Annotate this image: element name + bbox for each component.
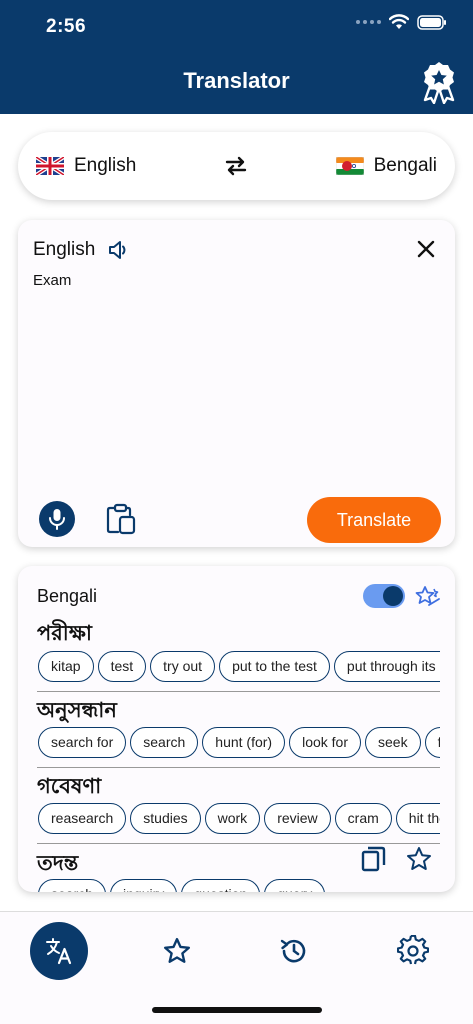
synonym-chip[interactable]: try out bbox=[150, 651, 216, 682]
synonym-chip[interactable]: put to the test bbox=[219, 651, 330, 682]
cellular-signal-icon bbox=[356, 20, 381, 24]
synonym-chip[interactable]: hunt (for) bbox=[202, 727, 286, 758]
history-icon bbox=[280, 939, 306, 963]
synonym-chip[interactable]: search bbox=[130, 727, 199, 758]
language-selector: English Bengali bbox=[18, 132, 455, 200]
copy-icon[interactable] bbox=[360, 846, 386, 872]
battery-icon bbox=[417, 14, 446, 30]
translation-word: তদন্ত bbox=[37, 852, 79, 875]
synonym-chips: search forsearchhunt (for)look forseekfo… bbox=[38, 727, 440, 761]
bottom-tab-bar bbox=[0, 911, 473, 1024]
synonym-chip[interactable]: look for bbox=[289, 727, 362, 758]
swap-languages-icon[interactable] bbox=[224, 154, 248, 178]
input-card: English Exam Translate bbox=[18, 220, 455, 547]
close-icon[interactable] bbox=[415, 238, 437, 260]
paste-clipboard-icon[interactable] bbox=[106, 503, 136, 535]
home-indicator bbox=[152, 1007, 322, 1013]
tab-translate[interactable] bbox=[30, 922, 88, 980]
magic-stars-icon[interactable] bbox=[415, 583, 441, 609]
uk-flag-icon bbox=[36, 157, 64, 175]
app-header: 2:56 Translator bbox=[0, 0, 473, 114]
tab-history[interactable] bbox=[265, 922, 323, 980]
synonym-chip[interactable]: kitap bbox=[38, 651, 94, 682]
synonym-chips: reasearchstudiesworkreviewcramhit the bo… bbox=[38, 803, 440, 837]
star-icon bbox=[163, 937, 191, 963]
synonym-chips: searchinquiryquestionquery bbox=[38, 879, 440, 892]
synonym-chip[interactable]: hit the books bbox=[395, 803, 440, 834]
translate-button[interactable]: Translate bbox=[307, 497, 441, 543]
microphone-button[interactable] bbox=[39, 501, 75, 537]
tab-favorites[interactable] bbox=[148, 922, 206, 980]
source-language-button[interactable]: English bbox=[36, 132, 136, 200]
output-language-label: Bengali bbox=[37, 586, 98, 606]
translation-word: পরীক্ষা bbox=[37, 622, 92, 645]
favorite-star-icon[interactable] bbox=[406, 846, 432, 872]
status-icons bbox=[356, 14, 447, 30]
status-time: 2:56 bbox=[46, 16, 87, 37]
wifi-icon bbox=[389, 14, 409, 29]
synonyms-toggle[interactable] bbox=[363, 584, 405, 608]
gear-icon bbox=[397, 935, 429, 965]
input-text[interactable]: Exam bbox=[33, 272, 71, 289]
translate-icon bbox=[46, 938, 72, 965]
synonym-chip[interactable]: question bbox=[181, 879, 261, 892]
input-language-label: English bbox=[33, 239, 96, 260]
tab-settings[interactable] bbox=[384, 922, 442, 980]
synonym-chip[interactable]: seek bbox=[365, 727, 421, 758]
synonym-chip[interactable]: inquiry bbox=[110, 879, 178, 892]
main-content: English Bengali English Exam Translate B… bbox=[0, 114, 473, 911]
output-card: Bengali পরীক্ষা kitap test try out put to t… bbox=[18, 566, 455, 892]
translation-word: অনুসন্ধান bbox=[37, 699, 117, 722]
synonym-chip[interactable]: review bbox=[264, 803, 331, 834]
bengali-flag-icon bbox=[335, 157, 364, 175]
synonym-chip[interactable]: query bbox=[264, 879, 326, 892]
microphone-icon bbox=[49, 509, 65, 530]
divider bbox=[37, 843, 440, 844]
translation-word: গবেষণা bbox=[37, 775, 102, 798]
target-language-button[interactable]: Bengali bbox=[335, 132, 437, 200]
synonym-chip[interactable]: test bbox=[97, 651, 147, 682]
synonym-chip[interactable]: search bbox=[38, 879, 107, 892]
award-badge-icon[interactable] bbox=[421, 60, 457, 104]
synonym-chip[interactable]: search for bbox=[38, 727, 127, 758]
page-title: Translator bbox=[183, 68, 290, 93]
speaker-icon[interactable] bbox=[107, 239, 129, 261]
synonym-chip[interactable]: cram bbox=[334, 803, 392, 834]
synonym-chip[interactable]: studies bbox=[130, 803, 201, 834]
divider bbox=[37, 691, 440, 692]
synonym-chip[interactable]: forage bbox=[424, 727, 440, 758]
synonym-chip[interactable]: work bbox=[204, 803, 261, 834]
synonym-chips: kitap test try out put to the test put throu… bbox=[38, 651, 440, 685]
synonym-chip[interactable]: put through its paces bbox=[333, 651, 440, 682]
target-language-label: Bengali bbox=[373, 155, 437, 176]
divider bbox=[37, 767, 440, 768]
source-language-label: English bbox=[74, 155, 137, 176]
synonym-chip[interactable]: reasearch bbox=[38, 803, 127, 834]
input-language-header: English bbox=[33, 239, 129, 261]
